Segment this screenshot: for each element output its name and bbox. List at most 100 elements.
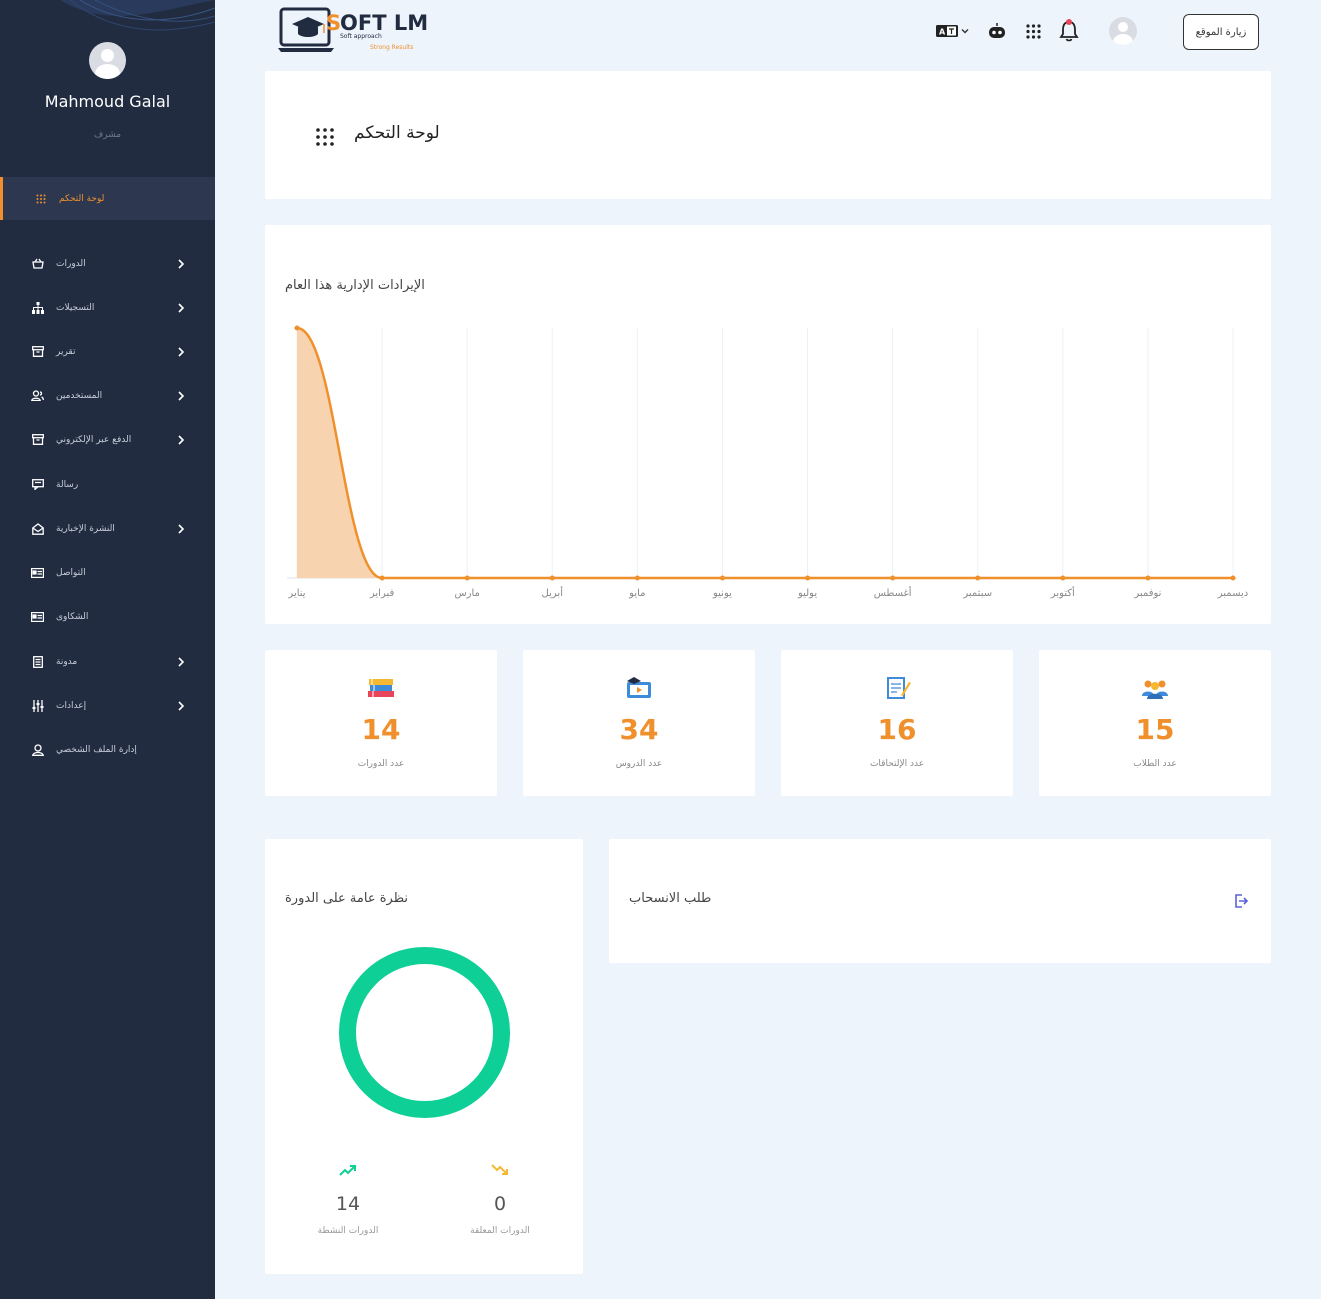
trend-up-icon: [339, 1165, 356, 1176]
sidebar-avatar[interactable]: [89, 42, 126, 79]
chevron-right-icon: [178, 346, 185, 357]
stat-value-lessons: 34: [619, 713, 659, 746]
sliders-icon: [31, 699, 44, 712]
stat-value-courses: 14: [361, 713, 401, 746]
sidebar-item-label: التسجيلات: [56, 302, 95, 313]
document-icon: [31, 655, 44, 668]
chevron-right-icon: [178, 434, 185, 445]
chart-x-tick-label: سبتمبر: [962, 588, 992, 599]
stat-label-students: عدد الطلاب: [1133, 759, 1177, 769]
sidebar-item-label: الدفع عبر الإلكتروني: [56, 434, 132, 445]
visit-site-button[interactable]: زيارة الموقع: [1183, 14, 1259, 50]
stat-value-enrollments: 16: [877, 713, 917, 746]
sidebar-item-contact[interactable]: التواصل: [0, 551, 215, 594]
sidebar-item-courses[interactable]: الدورات: [0, 242, 215, 285]
chart-x-tick-label: مارس: [454, 588, 479, 599]
page-title: لوحة التحكم: [354, 123, 440, 143]
bell-icon[interactable]: [1059, 17, 1079, 43]
chart-x-tick-label: يناير: [287, 588, 305, 599]
sidebar-item-users[interactable]: المستخدمين: [0, 374, 215, 417]
contact-card-icon: [31, 566, 44, 579]
soft-lms-logo[interactable]: S OFT LMS Soft approach Strong Results: [278, 6, 443, 56]
sidebar-item-label: مدونة: [56, 656, 78, 667]
sidebar-item-dashboard[interactable]: لوحة التحكم: [0, 177, 215, 220]
sidebar-item-complaints[interactable]: الشكاوى: [0, 595, 215, 638]
revenue-area-chart: يناير فبراير مارس أبريل مايو يونيو يوليو أغسطس س…: [287, 325, 1248, 599]
pending-courses-value: 0: [493, 1193, 507, 1215]
chart-point[interactable]: [634, 575, 640, 581]
chart-x-tick-label: ديسمبر: [1217, 588, 1248, 599]
svg-text:OFT LMS: OFT LMS: [340, 11, 428, 35]
sidebar-item-label: التواصل: [56, 567, 86, 578]
user-icon: [31, 743, 44, 756]
sidebar-item-label: لوحة التحكم: [59, 193, 105, 204]
sidebar-item-label: المستخدمين: [56, 390, 103, 401]
overview-title: نظرة عامة على الدورة: [285, 891, 408, 906]
chart-point[interactable]: [379, 575, 385, 581]
chart-point[interactable]: [719, 575, 725, 581]
envelope-open-icon: [31, 522, 44, 535]
sidebar-item-enrollments[interactable]: التسجيلات: [0, 286, 215, 329]
chart-point[interactable]: [1060, 575, 1066, 581]
sidebar-item-newsletter[interactable]: النشرة الإخبارية: [0, 507, 215, 550]
chevron-right-icon: [178, 523, 185, 534]
chevron-right-icon: [178, 700, 185, 711]
sidebar-item-online-payment[interactable]: الدفع عبر الإلكتروني: [0, 418, 215, 461]
robot-icon[interactable]: [987, 20, 1007, 42]
chart-x-tick-label: فبراير: [369, 588, 395, 599]
chart-point[interactable]: [294, 325, 300, 331]
message-icon: [31, 478, 44, 491]
chart-x-tick-label: نوفمبر: [1133, 588, 1161, 599]
withdrawal-title: طلب الانسحاب: [629, 891, 712, 906]
stat-label-lessons: عدد الدروس: [615, 759, 663, 769]
chart-title: الإيرادات الإدارية هذا العام: [285, 278, 425, 293]
svg-text:S: S: [326, 11, 341, 35]
chart-point[interactable]: [549, 575, 555, 581]
chart-point[interactable]: [1230, 575, 1236, 581]
sidebar-item-settings[interactable]: إعدادات: [0, 684, 215, 727]
chart-point[interactable]: [805, 575, 811, 581]
contact-card-icon: [31, 610, 44, 623]
sidebar-item-message[interactable]: رسالة: [0, 463, 215, 506]
language-switcher[interactable]: A: [935, 20, 969, 42]
chart-series-line: [296, 326, 1233, 580]
books-icon: [368, 679, 394, 697]
sidebar-user-name: Mahmoud Galal: [44, 92, 171, 111]
chart-x-tick-label: أكتوبر: [1050, 586, 1075, 599]
video-lesson-icon: [627, 677, 651, 698]
apps-grid-icon[interactable]: [1024, 20, 1042, 42]
active-courses-value: 14: [335, 1193, 361, 1215]
svg-text:A: A: [939, 27, 946, 36]
notepad-icon: [887, 677, 911, 699]
grid-icon: [34, 192, 47, 205]
sidebar-item-label: الشكاوى: [56, 611, 89, 622]
chart-point[interactable]: [975, 575, 981, 581]
chart-point[interactable]: [464, 575, 470, 581]
chart-x-tick-label: يوليو: [797, 588, 817, 599]
chart-area-fill: [297, 328, 1233, 578]
chart-x-tick-label: يونيو: [712, 588, 732, 599]
sidebar-item-label: رسالة: [56, 479, 79, 490]
course-overview-ring: [339, 947, 510, 1118]
chart-point[interactable]: [890, 575, 896, 581]
logout-icon[interactable]: [1234, 894, 1248, 908]
sidebar-item-label: إعدادات: [56, 700, 87, 711]
students-icon: [1142, 680, 1168, 699]
sidebar-item-label: تقرير: [56, 346, 76, 357]
sitemap-icon: [31, 301, 44, 314]
chevron-right-icon: [178, 258, 185, 269]
basket-icon: [31, 257, 44, 270]
logo-tagline-2: Strong Results: [370, 44, 414, 51]
chart-point[interactable]: [1145, 575, 1151, 581]
logo-tagline-1: Soft approach: [340, 33, 382, 40]
chevron-down-icon: [961, 29, 968, 34]
chevron-right-icon: [178, 302, 185, 313]
stat-label-enrollments: عدد الإلتحاقات: [869, 759, 925, 769]
archive-icon: [31, 433, 44, 446]
sidebar-item-label: الدورات: [56, 258, 86, 269]
user-avatar[interactable]: [1109, 17, 1137, 45]
sidebar-item-profile[interactable]: إدارة الملف الشخصي: [0, 728, 215, 771]
sidebar-item-blog[interactable]: مدونة: [0, 640, 215, 683]
sidebar-item-report[interactable]: تقرير: [0, 330, 215, 373]
chevron-right-icon: [178, 390, 185, 401]
